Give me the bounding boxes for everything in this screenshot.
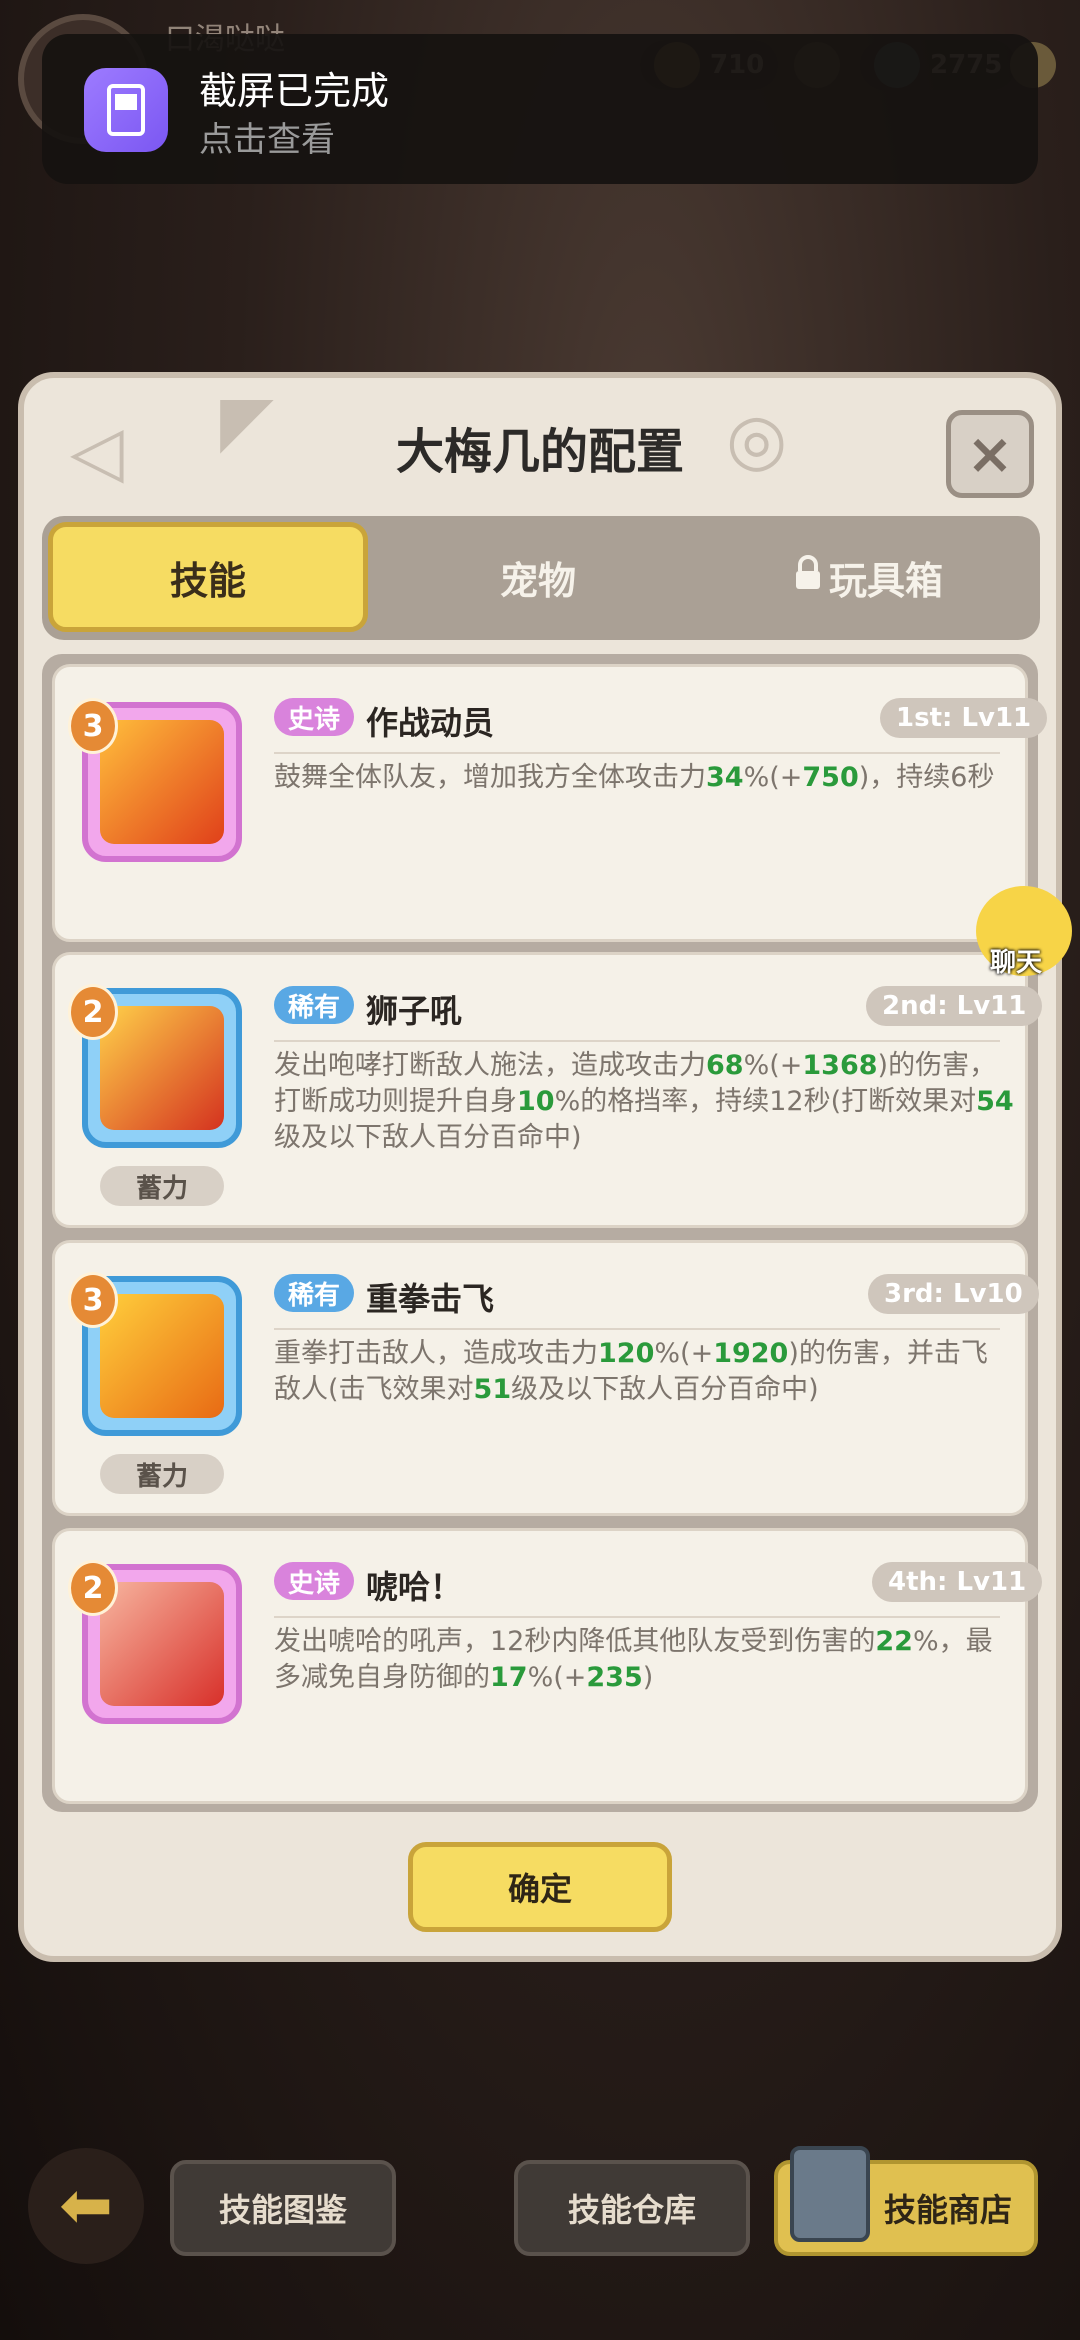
skill-name: 作战动员: [366, 704, 495, 742]
chat-label[interactable]: 聊天: [990, 942, 1042, 979]
description-text: 级及以下敌人百分百命中): [511, 1374, 819, 1405]
shop-card-icon: [790, 2146, 870, 2242]
description-text: ): [642, 1662, 654, 1693]
skill-name: 唬哈！: [366, 1568, 463, 1606]
description-text: %(+: [654, 1338, 714, 1369]
highlight-value: 1920: [713, 1338, 789, 1369]
divider: [274, 1616, 1000, 1618]
skill-codex-button[interactable]: 技能图鉴: [170, 2160, 396, 2256]
tab-skills[interactable]: 技能: [48, 522, 368, 632]
divider: [274, 1328, 1000, 1330]
description-text: 鼓舞全体队友，增加我方全体攻击力: [274, 762, 706, 793]
highlight-value: 17: [490, 1662, 528, 1693]
divider: [274, 1040, 1000, 1042]
heavy-punch-icon: [100, 1294, 224, 1418]
shout-icon: [100, 1582, 224, 1706]
description-text: )，持续6秒: [858, 762, 995, 793]
skill-description: 重拳打击敌人，造成攻击力120%(+1920)的伤害，并击飞敌人(击飞效果对51…: [274, 1336, 1014, 1408]
highlight-value: 68: [706, 1050, 744, 1081]
highlight-value: 22: [875, 1626, 913, 1657]
screenshot-notification[interactable]: [42, 34, 1038, 184]
charge-tag: 蓄力: [100, 1454, 224, 1494]
description-text: 重拳打击敌人，造成攻击力: [274, 1338, 598, 1369]
highlight-value: 54: [976, 1086, 1014, 1117]
highlight-value: 51: [473, 1374, 512, 1405]
skill-level-badge: 2: [68, 1560, 118, 1616]
rarity-badge: 稀有: [274, 986, 355, 1024]
rarity-badge: 史诗: [274, 698, 355, 736]
tab-toybox[interactable]: 玩具箱: [708, 522, 1028, 632]
charge-tag: 蓄力: [100, 1166, 224, 1206]
skill-slot-level: 2nd: Lv11: [866, 986, 1043, 1026]
close-button[interactable]: ×: [946, 410, 1034, 498]
lock-icon: [793, 554, 823, 600]
notification-subtitle: 点击查看: [199, 120, 335, 160]
fist-raise-icon: [100, 720, 224, 844]
skill-slot-level: 4th: Lv11: [872, 1562, 1043, 1602]
lion-roar-icon: [100, 1006, 224, 1130]
highlight-value: 1368: [802, 1050, 878, 1081]
tab-toybox-label: 玩具箱: [828, 558, 943, 603]
skill-description: 发出咆哮打断敌人施法，造成攻击力68%(+1368)的伤害，打断成功则提升自身1…: [274, 1048, 1014, 1156]
skill-name: 狮子吼: [366, 992, 463, 1030]
skill-description: 鼓舞全体队友，增加我方全体攻击力34%(+750)，持续6秒: [274, 760, 1014, 796]
rarity-badge: 稀有: [274, 1274, 355, 1312]
back-arrow-icon[interactable]: ⬅: [28, 2148, 144, 2264]
skill-description: 发出唬哈的吼声，12秒内降低其他队友受到伤害的22%，最多减免自身防御的17%(…: [274, 1624, 1014, 1696]
skill-slot-level: 3rd: Lv10: [868, 1274, 1039, 1314]
highlight-value: 120: [598, 1338, 655, 1369]
description-text: 发出唬哈的吼声，12秒内降低其他队友受到伤害的: [274, 1626, 876, 1657]
description-text: %(+: [527, 1662, 587, 1693]
skill-level-badge: 3: [68, 1272, 118, 1328]
skill-name: 重拳击飞: [366, 1280, 495, 1318]
description-text: %(+: [743, 762, 803, 793]
highlight-value: 750: [802, 762, 859, 793]
description-text: %的格挡率，持续12秒(打断效果对: [554, 1086, 977, 1117]
description-text: %(+: [743, 1050, 803, 1081]
tab-pets[interactable]: 宠物: [378, 522, 698, 632]
highlight-value: 235: [586, 1662, 643, 1693]
divider: [274, 752, 1000, 754]
highlight-value: 34: [706, 762, 744, 793]
skill-warehouse-button[interactable]: 技能仓库: [514, 2160, 750, 2256]
skill-level-badge: 2: [68, 984, 118, 1040]
screenshot-icon: [84, 68, 168, 152]
notification-title: 截屏已完成: [199, 69, 390, 113]
rarity-badge: 史诗: [274, 1562, 355, 1600]
confirm-button[interactable]: 确定: [408, 1842, 672, 1932]
highlight-value: 10: [517, 1086, 555, 1117]
dialog-title: 大梅几的配置: [395, 424, 684, 480]
skill-level-badge: 3: [68, 698, 118, 754]
skill-slot-level: 1st: Lv11: [880, 698, 1048, 738]
description-text: 发出咆哮打断敌人施法，造成攻击力: [274, 1050, 706, 1081]
description-text: 级及以下敌人百分百命中): [274, 1122, 582, 1153]
